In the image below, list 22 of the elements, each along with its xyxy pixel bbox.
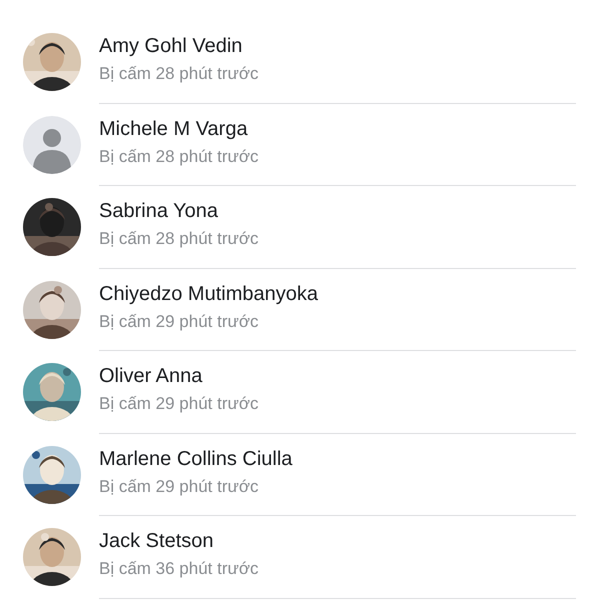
visitor-name: Michele M Varga [99,118,248,141]
ban-time: Bị cấm 29 phút trước [99,312,259,332]
visitor-name: Chiyedzo Mutimbanyoka [99,282,318,306]
visitor-row[interactable]: Marlene Collins Ciulla Bị cấm 29 phút trước [0,434,600,516]
ban-time: Bị cấm 28 phút trước [99,64,259,84]
visitor-row[interactable]: Michele M Varga Bị cấm 28 phút trước [0,104,600,186]
ban-time: Bị cấm 28 phút trước [99,146,259,167]
visitor-name: Sabrina Yona [99,200,218,224]
ban-time: Bị cấm 29 phút trước [99,476,259,497]
visitor-row[interactable]: Chiyedzo Mutimbanyoka Bị cấm 29 phút trước [0,268,600,351]
visitor-row[interactable]: Sabrina Yona Bị cấm 28 phút trước [0,186,600,268]
visitor-row[interactable]: Jack Stetson Bị cấm 36 phút trước [0,516,600,598]
visitor-name: Amy Gohl Vedin [99,35,242,58]
ban-time: Bị cấm 36 phút trước [99,559,259,580]
visitor-row[interactable]: Oliver Anna Bị cấm 29 phút trước [0,351,600,434]
visitor-name: Marlene Collins Ciulla [99,448,292,471]
visitor-name: Jack Stetson [99,530,214,554]
avatar-icon [23,116,81,174]
visitor-name: Oliver Anna [99,365,202,388]
ban-time: Bị cấm 29 phút trước [99,394,259,414]
visitor-row[interactable]: Amy Gohl Vedin Bị cấm 28 phút trước [0,21,600,104]
ban-time: Bị cấm 28 phút trước [99,229,259,250]
